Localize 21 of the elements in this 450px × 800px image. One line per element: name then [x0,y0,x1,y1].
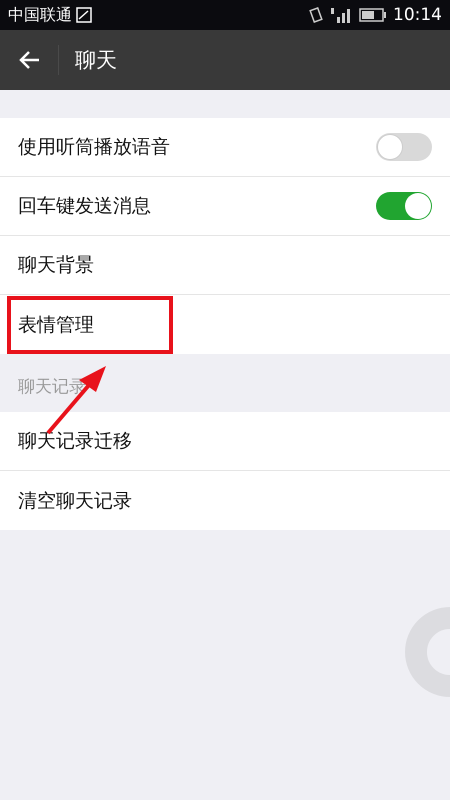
carrier-name: 中国联通 [8,4,72,26]
screen-title: 聊天 [75,47,117,74]
row-label: 表情管理 [18,312,95,338]
row-label: 使用听筒播放语音 [18,135,171,160]
settings-row[interactable]: 使用听筒播放语音 [0,118,450,177]
settings-row[interactable]: 聊天记录迁移 [0,412,450,471]
settings-row[interactable]: 表情管理 [0,295,450,354]
image-icon [76,7,92,23]
toggle-switch[interactable] [376,192,432,220]
settings-row[interactable]: 回车键发送消息 [0,177,450,236]
clock-time: 10:14 [393,5,442,25]
row-label: 清空聊天记录 [18,488,133,514]
settings-row[interactable]: 清空聊天记录 [0,471,450,530]
row-label: 回车键发送消息 [18,194,152,219]
row-label: 聊天记录迁移 [18,429,133,454]
toggle-switch[interactable] [376,133,432,161]
signal-icon [329,7,353,23]
vibrate-icon [309,7,323,23]
settings-row[interactable]: 聊天背景 [0,236,450,295]
battery-icon [359,8,387,22]
row-label: 聊天背景 [18,253,95,278]
